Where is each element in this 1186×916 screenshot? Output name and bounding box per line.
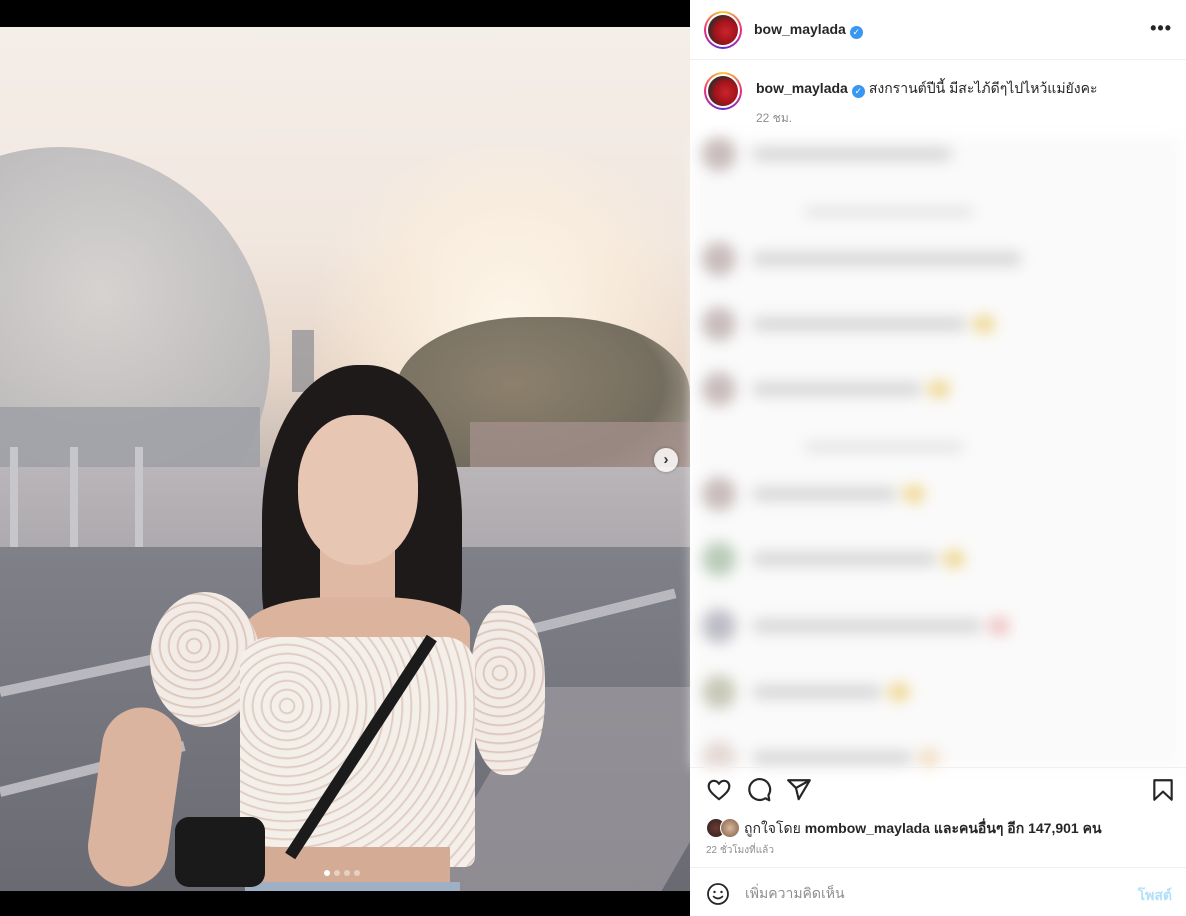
comment-icon[interactable] [746,777,772,803]
comment-item [702,372,950,406]
comment-item [702,477,925,511]
caption-username-link[interactable]: bow_maylada [756,80,848,96]
add-comment-bar: โพสต์ [690,867,1186,916]
username-text: bow_maylada [754,20,846,37]
liker-avatars[interactable] [706,818,744,840]
comment-item [702,609,1010,643]
carousel-dot [334,870,340,876]
avatar[interactable] [704,10,742,49]
photo-face [298,415,418,565]
photo-tower [292,330,314,392]
comment-item [702,307,995,341]
post-media: › [0,0,690,916]
likes-unit: คน [1082,820,1102,836]
carousel-dot [354,870,360,876]
caption-text: สงกรานต์ปีนี้ มีสะไภ้ดีๆไปไหว้แม่ยังคะ [868,80,1098,96]
post-caption: bow_maylada ✓ สงกรานต์ปีนี้ มีสะไภ้ดีๆไปไห… [704,72,1174,128]
bookmark-icon[interactable] [1150,777,1176,803]
comment-item [702,137,952,171]
caption-avatar[interactable] [704,72,742,110]
caption-timestamp[interactable]: 22 ชม. [756,109,1097,128]
likes-others-link[interactable]: และคนอื่นๆ อีก [934,820,1024,836]
post-timestamp[interactable]: 22 ชั่วโมงที่แล้ว [706,843,774,858]
post-comment-button[interactable]: โพสต์ [1138,885,1172,907]
username-link[interactable]: bow_maylada ✓ [754,21,863,39]
photo-jeans [245,882,460,891]
view-replies [804,442,964,452]
comment-item [702,675,910,709]
verified-badge-icon: ✓ [849,25,863,39]
chevron-right-icon: › [663,451,669,468]
heart-icon[interactable] [706,777,732,803]
share-icon[interactable] [786,777,812,803]
carousel-next-button[interactable]: › [654,448,678,472]
likes-prefix: ถูกใจโดย [744,820,801,836]
view-replies [804,207,974,217]
carousel-indicator [324,870,360,876]
photo-bag [175,817,265,887]
liker-avatar [720,818,740,838]
verified-badge-icon: ✓ [851,85,865,98]
first-liker-link[interactable]: mombow_maylada [805,820,930,836]
comment-item [702,242,1022,276]
carousel-dot [324,870,330,876]
comment-input[interactable] [745,881,1105,905]
post-header: bow_maylada ✓ ••• [690,0,1186,60]
comments-list-blurred[interactable] [694,137,1182,767]
emoji-icon[interactable] [706,882,730,906]
more-options-button[interactable]: ••• [1150,18,1172,39]
comment-item [702,741,940,767]
avatar-image [708,76,738,106]
post-photo[interactable] [0,27,690,891]
carousel-dot [344,870,350,876]
photo-sleeve [470,605,545,775]
post-sidebar: bow_maylada ✓ ••• bow_maylada ✓ สงกรานต์ปีน… [690,0,1186,916]
likes-summary: ถูกใจโดย mombow_maylada และคนอื่นๆ อีก 1… [706,818,1102,840]
likes-count[interactable]: 147,901 [1028,820,1079,836]
avatar-image [708,14,738,45]
comment-item [702,542,965,576]
post-actions-bar [690,767,1186,807]
